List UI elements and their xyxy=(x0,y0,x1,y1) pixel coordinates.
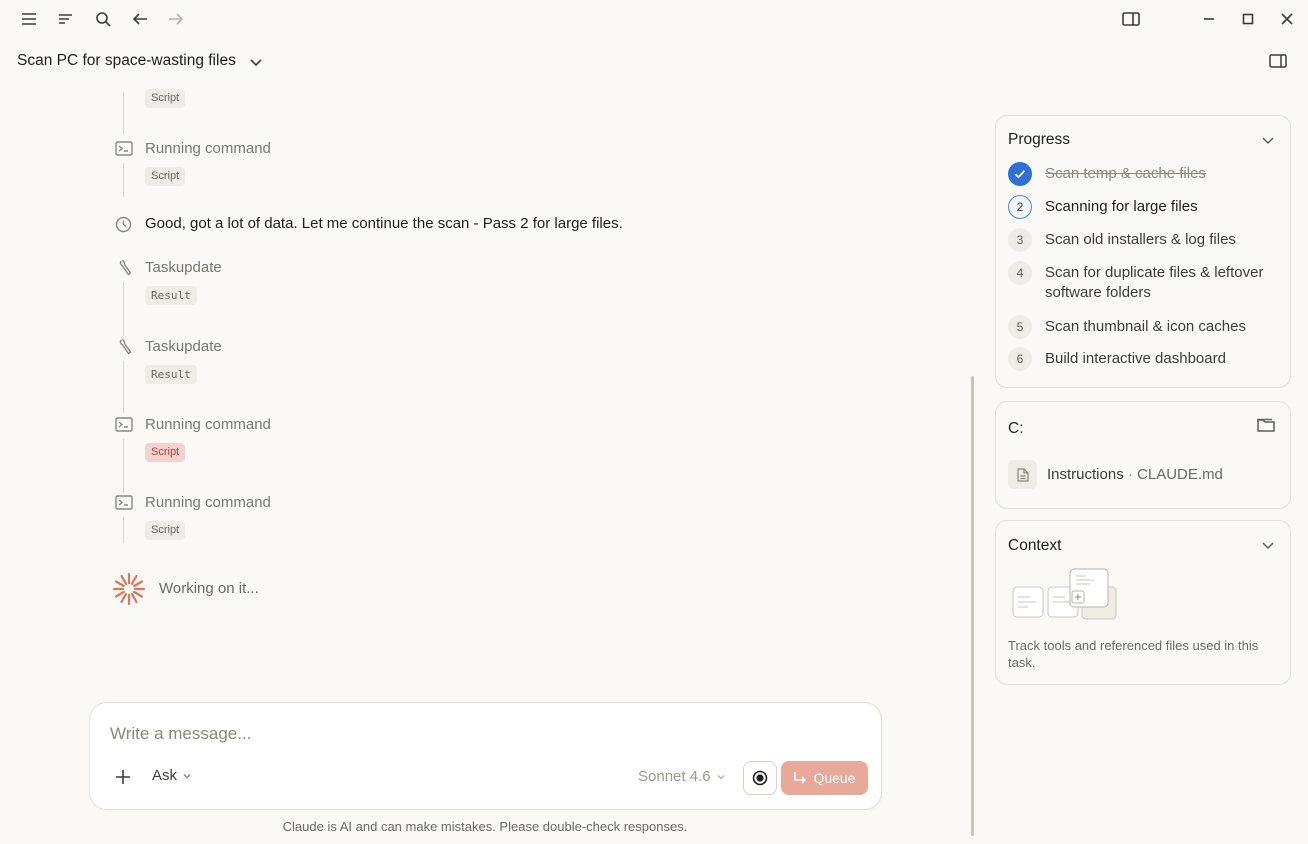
context-title: Context xyxy=(1008,537,1062,554)
file-path: CLAUDE.md xyxy=(1137,466,1223,483)
step-number: 2 xyxy=(1008,195,1032,219)
stop-record-button[interactable] xyxy=(743,761,777,795)
model-dropdown[interactable]: Sonnet 4.6 xyxy=(638,768,727,785)
script-chip[interactable]: Script xyxy=(145,167,186,186)
queue-button[interactable]: Queue xyxy=(781,761,868,795)
stop-circle-icon xyxy=(752,770,768,786)
corner-arrow-icon xyxy=(794,772,807,784)
disclaimer: Claude is AI and can make mistakes. Plea… xyxy=(282,819,688,834)
folder-icon[interactable] xyxy=(1256,416,1276,434)
chevron-down-icon xyxy=(717,774,725,779)
step-label: Scanning for large files xyxy=(1045,198,1198,215)
step-number: 3 xyxy=(1008,228,1032,252)
progress-card: Progress Scan temp & cache files 2 Scann… xyxy=(995,115,1291,388)
file-separator: · xyxy=(1123,466,1138,483)
minimize-icon[interactable] xyxy=(1198,8,1220,30)
step-label: Scan thumbnail & icon caches xyxy=(1045,318,1246,335)
chevron-down-icon[interactable] xyxy=(1260,132,1276,148)
timeline-line xyxy=(123,163,124,197)
progress-title: Progress xyxy=(1008,131,1071,148)
sidebar-list-icon[interactable] xyxy=(55,8,77,30)
loading-spinner-icon xyxy=(112,572,146,606)
wrench-icon xyxy=(114,337,133,356)
tool-label[interactable]: Taskupdate xyxy=(145,338,222,355)
tool-label[interactable]: Running command xyxy=(145,494,271,511)
terminal-icon xyxy=(114,493,133,512)
add-attachment-button[interactable] xyxy=(113,767,133,787)
context-illustration-icon xyxy=(1010,567,1120,623)
timeline-line xyxy=(123,517,124,543)
result-chip[interactable]: Result xyxy=(145,365,197,384)
step-number: 4 xyxy=(1008,261,1032,285)
queue-label: Queue xyxy=(813,770,856,786)
step-number: 5 xyxy=(1008,315,1032,339)
forward-arrow-icon[interactable] xyxy=(165,8,187,30)
timeline-line xyxy=(123,92,124,134)
layout-panel-icon[interactable] xyxy=(1120,8,1142,30)
message-input[interactable] xyxy=(110,724,850,744)
timeline-line xyxy=(123,361,124,413)
working-status: Working on it... xyxy=(159,580,259,597)
terminal-icon xyxy=(114,415,133,434)
step-label: Scan temp & cache files xyxy=(1045,165,1206,182)
back-arrow-icon[interactable] xyxy=(129,8,151,30)
mode-dropdown[interactable]: Ask xyxy=(152,767,193,784)
result-chip[interactable]: Result xyxy=(145,286,197,305)
close-icon[interactable] xyxy=(1276,8,1298,30)
step-label: Build interactive dashboard xyxy=(1045,350,1226,367)
script-chip[interactable]: Script xyxy=(145,89,186,108)
toggle-side-panel-icon[interactable] xyxy=(1268,52,1288,70)
timeline-line xyxy=(123,282,124,336)
message-composer: Ask Sonnet 4.6 Queue xyxy=(89,702,882,810)
tool-label[interactable]: Running command xyxy=(145,416,271,433)
file-item[interactable]: Instructions · CLAUDE.md xyxy=(1008,460,1223,489)
folder-title: C: xyxy=(1008,420,1024,437)
document-icon xyxy=(1008,460,1037,489)
chevron-down-icon[interactable] xyxy=(248,54,264,70)
assistant-message: Good, got a lot of data. Let me continue… xyxy=(145,215,623,232)
script-chip[interactable]: Script xyxy=(145,521,186,540)
step-label: Scan for duplicate files & leftover soft… xyxy=(1045,264,1264,301)
terminal-icon xyxy=(114,139,133,158)
model-label: Sonnet 4.6 xyxy=(638,768,711,785)
chat-title[interactable]: Scan PC for space-wasting files xyxy=(17,52,236,70)
maximize-icon[interactable] xyxy=(1237,8,1259,30)
check-icon xyxy=(1008,162,1032,186)
menu-icon[interactable] xyxy=(18,8,40,30)
chevron-down-icon xyxy=(183,773,191,778)
tool-label[interactable]: Taskupdate xyxy=(145,259,222,276)
title-bar xyxy=(0,0,1308,38)
folder-card: C: Instructions · CLAUDE.md xyxy=(995,401,1291,509)
context-card: Context Track tools and referenced files… xyxy=(995,520,1291,685)
step-label: Scan old installers & log files xyxy=(1045,231,1236,248)
step-number: 6 xyxy=(1008,347,1032,371)
script-error-chip[interactable]: Script xyxy=(145,443,186,462)
clock-icon xyxy=(114,215,133,234)
context-description: Track tools and referenced files used in… xyxy=(1008,638,1259,670)
scrollbar[interactable] xyxy=(971,376,974,836)
timeline-line xyxy=(123,439,124,493)
tool-label[interactable]: Running command xyxy=(145,140,271,157)
wrench-icon xyxy=(114,258,133,277)
chevron-down-icon[interactable] xyxy=(1260,537,1276,553)
file-name: Instructions xyxy=(1047,466,1124,483)
mode-label: Ask xyxy=(152,767,178,784)
search-icon[interactable] xyxy=(92,8,114,30)
